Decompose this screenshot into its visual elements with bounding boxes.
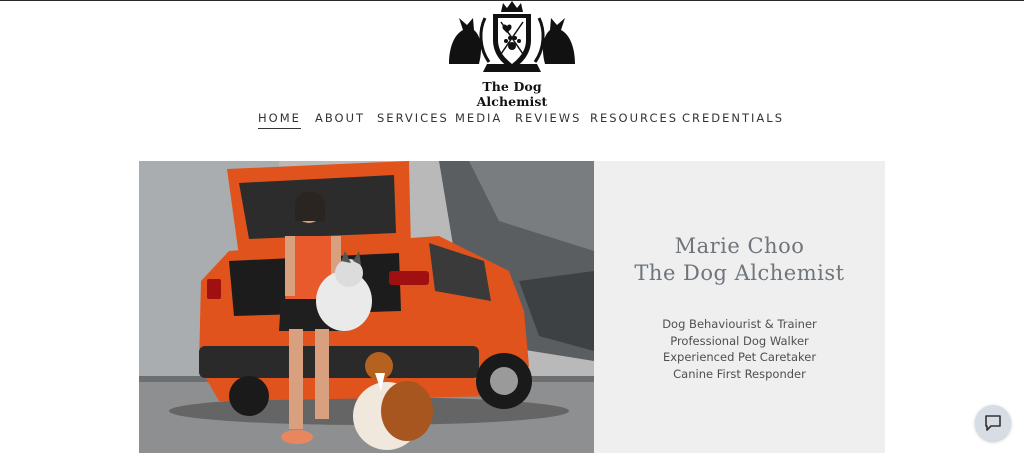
nav-item-media[interactable]: MEDIA (455, 111, 502, 125)
hero-text-panel: Marie Choo The Dog Alchemist Dog Behavio… (594, 161, 885, 453)
hero-name: Marie Choo (674, 234, 805, 258)
hero-photo (139, 161, 594, 453)
chat-button[interactable] (975, 405, 1011, 441)
nav-item-reviews[interactable]: REVIEWS (515, 111, 581, 125)
site-logo[interactable]: The Dog Alchemist (445, 0, 579, 109)
nav-item-credentials[interactable]: CREDENTIALS (682, 111, 784, 125)
hero-roles-list: Dog Behaviourist & Trainer Professional … (594, 316, 885, 382)
nav-item-resources[interactable]: RESOURCES (590, 111, 678, 125)
nav-item-home[interactable]: HOME (258, 111, 301, 129)
main-navigation: HOME ABOUT SERVICES MEDIA REVIEWS RESOUR… (0, 111, 1024, 133)
nav-item-about[interactable]: ABOUT (315, 111, 365, 125)
hero-section: Marie Choo The Dog Alchemist Dog Behavio… (139, 161, 885, 453)
role-item: Canine First Responder (673, 366, 806, 381)
nav-item-services[interactable]: SERVICES (377, 111, 449, 125)
hero-tagline: The Dog Alchemist (634, 261, 845, 285)
logo-crest-icon (449, 1, 575, 72)
role-item: Dog Behaviourist & Trainer (662, 317, 817, 331)
role-item: Experienced Pet Caretaker (662, 350, 817, 364)
logo-wordmark: The Dog Alchemist (476, 79, 548, 109)
role-item: Professional Dog Walker (670, 333, 809, 348)
chat-bubble-icon (985, 415, 1001, 431)
